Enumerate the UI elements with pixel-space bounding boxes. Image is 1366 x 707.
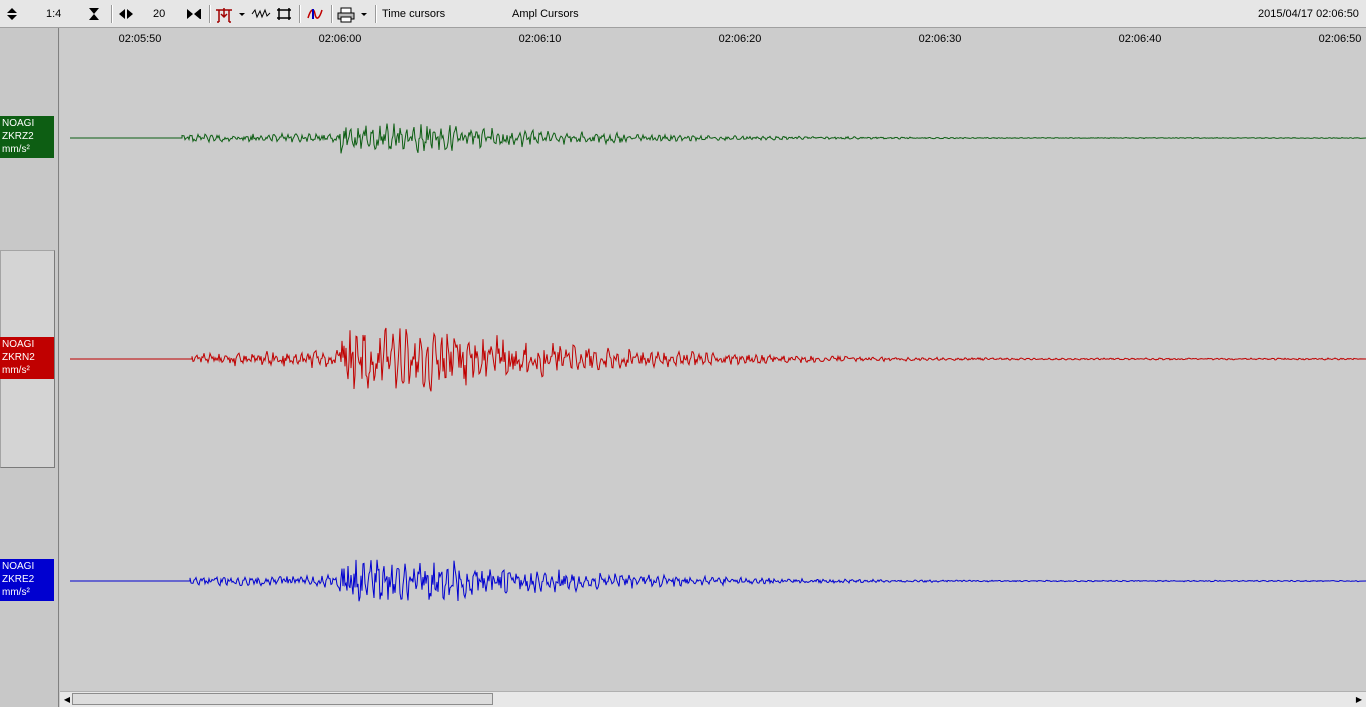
waveform-trace-zkrz2: [70, 123, 1366, 154]
toolbar-separator: [209, 5, 211, 23]
waveform-traces: [70, 123, 1366, 602]
toolbar-separator: [375, 5, 377, 23]
channel-label-e[interactable]: NOAGI ZKRE2 mm/s²: [0, 559, 54, 601]
toolbar: 1:4 20 Time cursors Ampl Cursors 2015/04…: [0, 0, 1366, 28]
channel-component: ZKRZ2: [2, 131, 34, 142]
pick-marker-icon[interactable]: [214, 4, 234, 24]
step-value[interactable]: 20: [153, 4, 173, 24]
channel-station: NOAGI: [2, 339, 35, 350]
waveform-plot[interactable]: 02:05:50 02:06:00 02:06:10 02:06:20 02:06:30…: [60, 28, 1366, 691]
waveform-trace-zkrn2: [70, 327, 1366, 392]
channel-station: NOAGI: [2, 118, 35, 129]
toolbar-separator: [299, 5, 301, 23]
skip-end-icon[interactable]: [185, 4, 203, 24]
waveform-trace-zkre2: [70, 559, 1366, 602]
datetime-display: 2015/04/17 02:06:50: [1258, 8, 1359, 20]
channel-station: NOAGI: [2, 561, 35, 572]
toolbar-separator: [331, 5, 333, 23]
channel-unit: mm/s²: [2, 144, 30, 155]
channel-panel: NOAGI ZKRZ2 mm/s² NOAGI ZKRN2 mm/s² NOAG…: [0, 28, 59, 707]
channel-label-z[interactable]: NOAGI ZKRZ2 mm/s²: [0, 116, 54, 158]
ampl-cursors-button[interactable]: Ampl Cursors: [512, 4, 579, 24]
horizontal-scale-icon[interactable]: [117, 4, 135, 24]
scroll-right-arrow-icon[interactable]: ▶: [1352, 692, 1366, 707]
spectrum-icon[interactable]: [305, 4, 325, 24]
fit-window-icon[interactable]: [276, 4, 292, 24]
toolbar-separator: [111, 5, 113, 23]
dropdown-arrow-icon[interactable]: [360, 4, 370, 24]
vertical-scale-icon[interactable]: [4, 4, 20, 24]
hourglass-icon[interactable]: [86, 4, 102, 24]
horizontal-scrollbar[interactable]: ◀ ▶: [60, 691, 1366, 707]
channel-label-n[interactable]: NOAGI ZKRN2 mm/s²: [0, 337, 54, 379]
channel-unit: mm/s²: [2, 587, 30, 598]
channel-component: ZKRE2: [2, 574, 35, 585]
channel-component: ZKRN2: [2, 352, 35, 363]
scrollbar-thumb[interactable]: [72, 693, 493, 705]
channel-unit: mm/s²: [2, 365, 30, 376]
filter-wave-icon[interactable]: [251, 4, 271, 24]
zoom-ratio-value[interactable]: 1:4: [46, 4, 66, 24]
printer-icon[interactable]: [336, 4, 356, 24]
time-cursors-button[interactable]: Time cursors: [382, 4, 445, 24]
dropdown-arrow-icon[interactable]: [238, 4, 248, 24]
